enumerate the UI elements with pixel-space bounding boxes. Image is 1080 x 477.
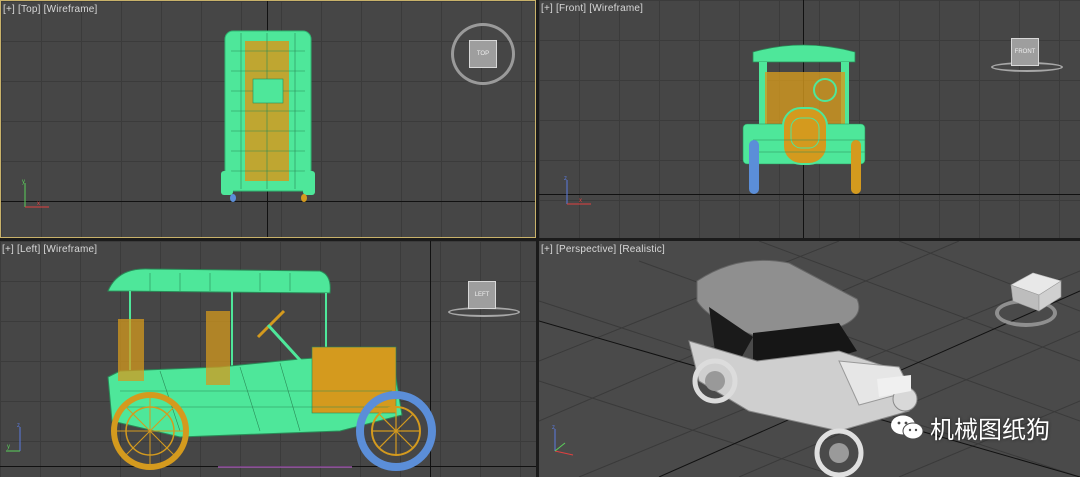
viewport-menu-button[interactable]: [+] bbox=[541, 244, 553, 255]
viewport-front[interactable]: [+] [Front] [Wireframe] FRONT z x bbox=[539, 0, 1080, 238]
svg-text:z: z bbox=[564, 176, 567, 182]
viewport-top[interactable]: [+] [Top] [Wireframe] TOP y x bbox=[0, 0, 536, 238]
viewport-label-top: [+] [Top] [Wireframe] bbox=[3, 4, 98, 15]
viewport-label-front: [+] [Front] [Wireframe] bbox=[541, 3, 643, 14]
viewport-menu-button[interactable]: [+] bbox=[3, 4, 15, 15]
viewcube-perspective[interactable] bbox=[993, 269, 1063, 331]
svg-text:x: x bbox=[37, 201, 40, 207]
viewport-menu-button[interactable]: [+] bbox=[2, 244, 14, 255]
axis-tripod-icon: z bbox=[552, 425, 574, 456]
view-name-button[interactable]: [Front] bbox=[556, 3, 586, 14]
wechat-logo-icon bbox=[891, 415, 924, 439]
view-name-button[interactable]: [Left] bbox=[17, 244, 40, 255]
svg-text:z: z bbox=[552, 425, 555, 431]
viewcube-face[interactable]: TOP bbox=[469, 40, 497, 68]
view-name-button[interactable]: [Top] bbox=[18, 4, 41, 15]
viewport-label-perspective: [+] [Perspective] [Realistic] bbox=[541, 244, 665, 255]
viewcube-front[interactable]: FRONT bbox=[989, 30, 1065, 74]
viewcube-icon[interactable] bbox=[993, 269, 1063, 319]
shading-mode-button[interactable]: [Wireframe] bbox=[589, 3, 643, 14]
viewcube-face[interactable]: FRONT bbox=[1011, 38, 1039, 66]
viewport-left[interactable]: [+] [Left] [Wireframe] LEFT z y bbox=[0, 241, 536, 477]
svg-text:z: z bbox=[17, 423, 20, 429]
viewcube-top[interactable]: TOP bbox=[449, 21, 517, 87]
watermark-text: 机械图纸狗 bbox=[930, 416, 1050, 444]
viewcube-left[interactable]: LEFT bbox=[446, 277, 522, 319]
viewport-perspective[interactable]: [+] [Perspective] [Realistic] z 机械图纸狗 bbox=[539, 241, 1080, 477]
axis-tripod-icon: z y bbox=[6, 423, 21, 452]
viewcube-face-label: LEFT bbox=[474, 292, 490, 298]
axis-tripod-icon: z x bbox=[564, 176, 591, 205]
viewcube-face-label: TOP bbox=[476, 51, 490, 57]
view-name-button[interactable]: [Perspective] bbox=[556, 244, 616, 255]
shading-mode-button[interactable]: [Wireframe] bbox=[44, 4, 98, 15]
shading-mode-button[interactable]: [Realistic] bbox=[619, 244, 665, 255]
svg-text:y: y bbox=[7, 444, 10, 450]
watermark: 机械图纸狗 bbox=[890, 410, 1050, 445]
svg-text:x: x bbox=[579, 198, 582, 204]
axis-tripod-icon: y x bbox=[22, 179, 49, 208]
svg-text:y: y bbox=[22, 179, 25, 185]
viewport-menu-button[interactable]: [+] bbox=[541, 3, 553, 14]
shading-mode-button[interactable]: [Wireframe] bbox=[43, 244, 97, 255]
viewcube-face-label: FRONT bbox=[1014, 49, 1036, 55]
viewcube-face[interactable]: LEFT bbox=[468, 281, 496, 309]
viewport-label-left: [+] [Left] [Wireframe] bbox=[2, 244, 97, 255]
